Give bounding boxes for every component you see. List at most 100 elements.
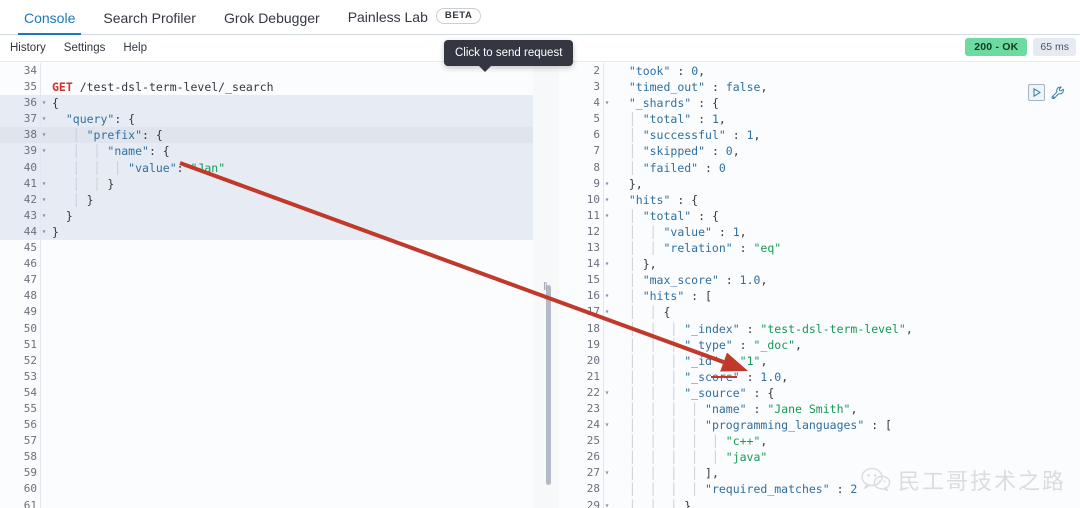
editor-line-row[interactable]: 61 [0, 498, 533, 508]
submenu-item-history[interactable]: History [10, 42, 46, 54]
response-line-row[interactable]: 22▾ │ │ │ "_source" : { [559, 385, 1080, 401]
editor-line-row[interactable]: 59 [0, 465, 533, 481]
response-line-row[interactable]: 4▾ "_shards" : { [559, 95, 1080, 111]
response-line-row[interactable]: 21 │ │ │ "_score" : 1.0, [559, 369, 1080, 385]
response-line-row[interactable]: 19 │ │ │ "_type" : "_doc", [559, 337, 1080, 353]
response-line-row[interactable]: 14▾ │ }, [559, 256, 1080, 272]
response-line-row[interactable]: 8 │ "failed" : 0 [559, 160, 1080, 176]
response-line-row[interactable]: 27▾ │ │ │ │ ], [559, 465, 1080, 481]
fold-toggle-icon[interactable]: ▾ [603, 288, 611, 304]
editor-line-row[interactable]: 37▾ "query": { [0, 111, 533, 127]
fold-toggle-icon[interactable]: ▾ [603, 304, 611, 320]
response-line-row[interactable]: 10▾ "hits" : { [559, 192, 1080, 208]
pane-splitter[interactable]: ‖ [533, 63, 559, 508]
splitter-handle[interactable]: ‖ [543, 281, 547, 293]
editor-line-row[interactable]: 57 [0, 433, 533, 449]
fold-toggle-icon[interactable]: ▾ [40, 192, 48, 208]
response-line-row[interactable]: 2 "took" : 0, [559, 63, 1080, 79]
editor-line-row[interactable]: 47 [0, 272, 533, 288]
fold-toggle-icon[interactable]: ▾ [603, 417, 611, 433]
editor-line-row[interactable]: 38▾ │ "prefix": { [0, 127, 533, 143]
response-line-row[interactable]: 7 │ "skipped" : 0, [559, 143, 1080, 159]
code-token: "required_matches" [705, 482, 830, 496]
response-line-row[interactable]: 28 │ │ │ │ "required_matches" : 2 [559, 481, 1080, 497]
fold-toggle-icon[interactable]: ▾ [603, 95, 611, 111]
wrench-icon[interactable] [1050, 85, 1066, 101]
code-text: │ │ │ │ │ "java" [611, 449, 767, 465]
editor-line-row[interactable]: 51 [0, 337, 533, 353]
tab-painless-lab[interactable]: Painless Lab BETA [334, 9, 496, 35]
editor-scrollbar-thumb[interactable] [546, 285, 551, 485]
fold-toggle-icon[interactable]: ▾ [40, 127, 48, 143]
fold-toggle-icon[interactable]: ▾ [603, 176, 611, 192]
editor-line-row[interactable]: 44▾} [0, 224, 533, 240]
fold-toggle-icon[interactable]: ▾ [603, 498, 611, 508]
fold-toggle-icon[interactable]: ▾ [40, 176, 48, 192]
editor-line-row[interactable]: 53 [0, 369, 533, 385]
response-line-row[interactable]: 11▾ │ "total" : { [559, 208, 1080, 224]
editor-line-row[interactable]: 58 [0, 449, 533, 465]
fold-toggle-icon[interactable]: ▾ [40, 111, 48, 127]
tab-search-profiler[interactable]: Search Profiler [89, 11, 210, 34]
editor-line-row[interactable]: 45 [0, 240, 533, 256]
code-token: "max_score" [643, 273, 719, 287]
editor-line-row[interactable]: 60 [0, 481, 533, 497]
response-line-row[interactable]: 24▾ │ │ │ │ "programming_languages" : [ [559, 417, 1080, 433]
tab-console[interactable]: Console [10, 11, 89, 34]
editor-line-row[interactable]: 54 [0, 385, 533, 401]
response-line-row[interactable]: 17▾ │ │ { [559, 304, 1080, 320]
response-line-row[interactable]: 18 │ │ │ "_index" : "test-dsl-term-level… [559, 321, 1080, 337]
code-token: "total" [643, 209, 691, 223]
fold-toggle-icon[interactable]: ▾ [40, 208, 48, 224]
editor-line-row[interactable]: 43▾ } [0, 208, 533, 224]
submenu-item-help[interactable]: Help [123, 42, 147, 54]
response-line-row[interactable]: 26 │ │ │ │ │ "java" [559, 449, 1080, 465]
response-line-row[interactable]: 29▾ │ │ │ } [559, 498, 1080, 508]
tab-grok-debugger[interactable]: Grok Debugger [210, 11, 334, 34]
code-token: "timed_out" [629, 80, 705, 94]
code-token: } [684, 499, 691, 508]
response-line-row[interactable]: 5 │ "total" : 1, [559, 111, 1080, 127]
response-line-row[interactable]: 20 │ │ │ "_id" : "1", [559, 353, 1080, 369]
response-line-row[interactable]: 23 │ │ │ │ "name" : "Jane Smith", [559, 401, 1080, 417]
editor-line-row[interactable]: 55 [0, 401, 533, 417]
fold-toggle-icon[interactable]: ▾ [603, 385, 611, 401]
editor-line-row[interactable]: 46 [0, 256, 533, 272]
editor-line-row[interactable]: 40 │ │ │ "value": "Jan" [0, 160, 533, 176]
response-output-pane[interactable]: 2 "took" : 0,3 "timed_out" : false,4▾ "_… [559, 63, 1080, 508]
editor-line-row[interactable]: 52 [0, 353, 533, 369]
response-line-row[interactable]: 6 │ "successful" : 1, [559, 127, 1080, 143]
editor-line-row[interactable]: 41▾ │ │ } [0, 176, 533, 192]
request-editor-pane[interactable]: 3435GET /test-dsl-term-level/_search36▾{… [0, 63, 533, 508]
code-token: "_index" [684, 322, 739, 336]
play-triangle-icon[interactable] [1028, 84, 1045, 101]
editor-line-row[interactable]: 50 [0, 321, 533, 337]
response-line-row[interactable]: 3 "timed_out" : false, [559, 79, 1080, 95]
line-number: 14 [559, 256, 603, 272]
response-line-row[interactable]: 15 │ "max_score" : 1.0, [559, 272, 1080, 288]
request-editor-lines[interactable]: 3435GET /test-dsl-term-level/_search36▾{… [0, 63, 533, 508]
response-line-row[interactable]: 25 │ │ │ │ │ "c++", [559, 433, 1080, 449]
fold-toggle-icon[interactable]: ▾ [603, 192, 611, 208]
editor-line-row[interactable]: 35GET /test-dsl-term-level/_search [0, 79, 533, 95]
submenu-item-settings[interactable]: Settings [64, 42, 106, 54]
editor-line-row[interactable]: 49 [0, 304, 533, 320]
response-line-row[interactable]: 16▾ │ "hits" : [ [559, 288, 1080, 304]
line-number: 23 [559, 401, 603, 417]
fold-toggle-icon[interactable]: ▾ [603, 208, 611, 224]
response-output-lines[interactable]: 2 "took" : 0,3 "timed_out" : false,4▾ "_… [559, 63, 1080, 508]
fold-toggle-icon[interactable]: ▾ [40, 143, 48, 159]
fold-toggle-icon[interactable]: ▾ [603, 256, 611, 272]
editor-line-row[interactable]: 48 [0, 288, 533, 304]
response-line-row[interactable]: 9▾ }, [559, 176, 1080, 192]
response-line-row[interactable]: 13 │ │ "relation" : "eq" [559, 240, 1080, 256]
editor-line-row[interactable]: 36▾{ [0, 95, 533, 111]
editor-line-row[interactable]: 42▾ │ } [0, 192, 533, 208]
editor-line-row[interactable]: 56 [0, 417, 533, 433]
line-number: 37 [0, 111, 40, 127]
response-line-row[interactable]: 12 │ │ "value" : 1, [559, 224, 1080, 240]
fold-toggle-icon[interactable]: ▾ [40, 95, 48, 111]
editor-line-row[interactable]: 39▾ │ │ "name": { [0, 143, 533, 159]
fold-toggle-icon[interactable]: ▾ [40, 224, 48, 240]
fold-toggle-icon[interactable]: ▾ [603, 465, 611, 481]
